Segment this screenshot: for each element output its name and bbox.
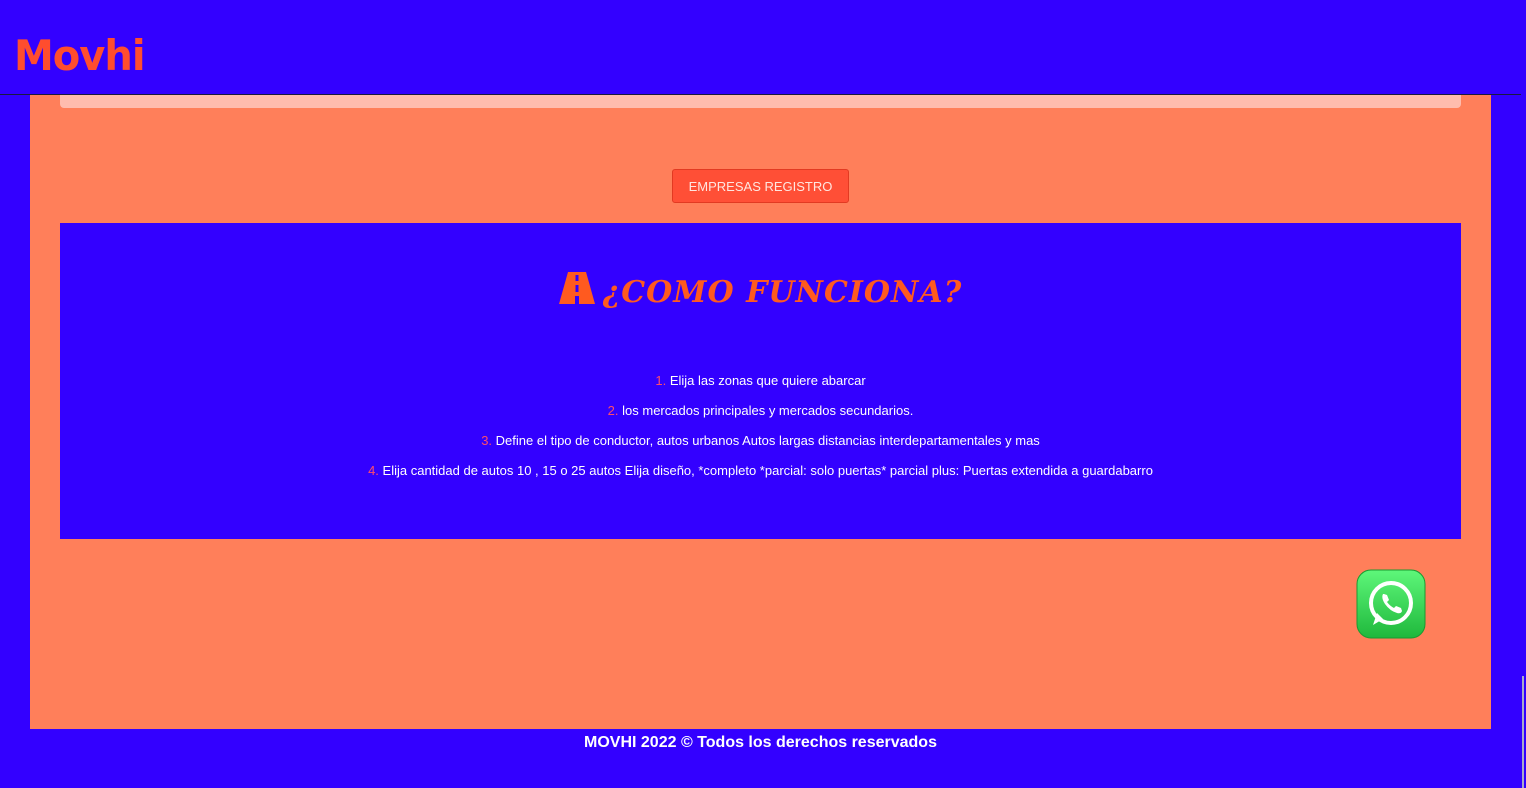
how-it-works-section: ¿COMO FUNCIONA? 1. Elija las zonas que q… bbox=[60, 223, 1461, 539]
step-number: 2. bbox=[607, 403, 619, 418]
step-item: 2. los mercados principales y mercados s… bbox=[60, 401, 1461, 431]
how-it-works-title: ¿COMO FUNCIONA? bbox=[60, 271, 1461, 315]
step-number: 4. bbox=[368, 463, 379, 478]
step-item: 4. Elija cantidad de autos 10 , 15 o 25 … bbox=[60, 461, 1461, 491]
step-number: 1. bbox=[655, 373, 667, 388]
movhi-logo[interactable]: Movhi bbox=[14, 32, 146, 80]
step-text: Elija cantidad de autos 10 , 15 o 25 aut… bbox=[382, 463, 1153, 478]
whatsapp-icon[interactable] bbox=[1356, 569, 1426, 639]
step-number: 3. bbox=[481, 433, 493, 448]
step-item: 3. Define el tipo de conductor, autos ur… bbox=[60, 431, 1461, 461]
road-icon bbox=[558, 272, 595, 304]
step-item: 1. Elija las zonas que quiere abarcar bbox=[60, 371, 1461, 401]
main-content: EMPRESAS REGISTRO ¿COMO FUNCIONA? 1. Eli… bbox=[30, 95, 1491, 729]
steps-list: 1. Elija las zonas que quiere abarcar 2.… bbox=[60, 371, 1461, 491]
step-text: los mercados principales y mercados secu… bbox=[622, 403, 914, 418]
footer-copyright: MOVHI 2022 © Todos los derechos reservad… bbox=[584, 734, 937, 751]
scrollbar[interactable] bbox=[1522, 676, 1524, 788]
top-header: Movhi bbox=[0, 0, 1521, 95]
form-card-bottom bbox=[60, 95, 1461, 108]
step-text: Define el tipo de conductor, autos urban… bbox=[495, 433, 1040, 448]
step-text: Elija las zonas que quiere abarcar bbox=[669, 373, 866, 388]
empresas-registro-button[interactable]: EMPRESAS REGISTRO bbox=[672, 169, 849, 203]
how-it-works-title-text: ¿COMO FUNCIONA? bbox=[602, 275, 963, 310]
